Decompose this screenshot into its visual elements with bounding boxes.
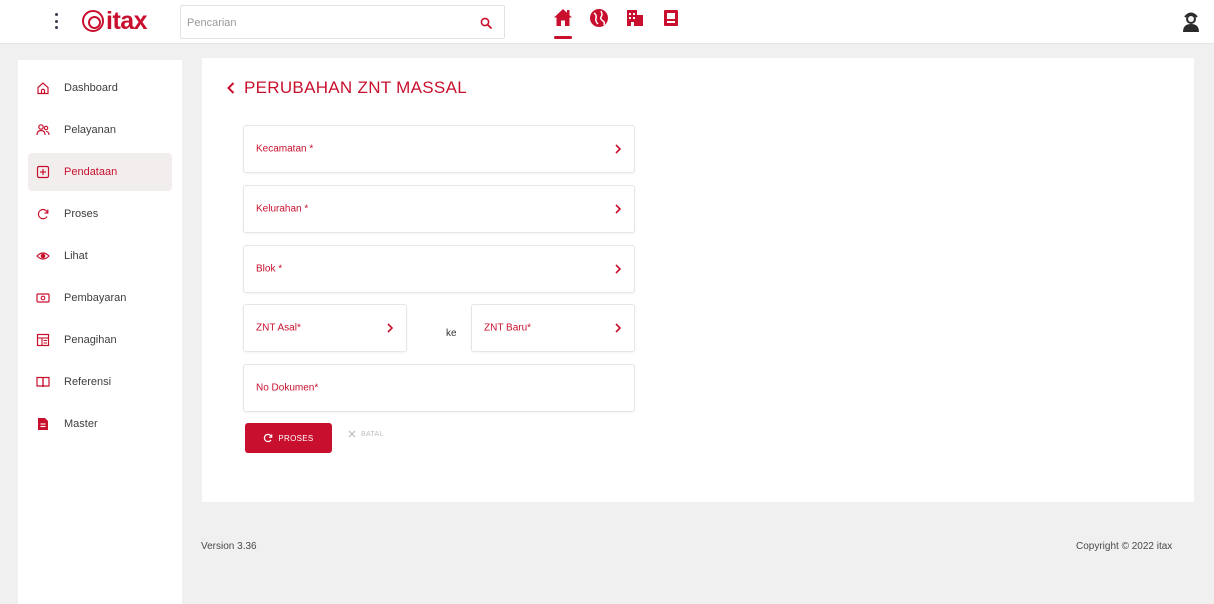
sidebar-item-label: Dashboard: [64, 82, 118, 94]
building-icon: [627, 10, 643, 26]
logo-mark-icon: [82, 10, 104, 32]
logo-text: itax: [106, 6, 148, 35]
proses-label: PROSES: [278, 433, 314, 443]
batal-button[interactable]: BATAL: [348, 430, 384, 438]
sidebar: Dashboard Pelayanan Pendataan Proses Lih…: [18, 60, 182, 604]
nav-globe-button[interactable]: [588, 8, 610, 34]
version-text: Version 3.36: [201, 541, 257, 552]
sidebar-item-label: Pelayanan: [64, 124, 116, 136]
close-icon: [348, 430, 356, 438]
home-icon: [554, 9, 572, 26]
home-outline-icon: [37, 82, 49, 95]
blok-select[interactable]: Blok *: [243, 245, 635, 293]
sidebar-item-dashboard[interactable]: Dashboard: [28, 69, 172, 107]
chevron-right-icon: [615, 204, 622, 214]
sidebar-item-master[interactable]: Master: [28, 405, 172, 443]
money-icon: [36, 293, 50, 303]
main-card: PERUBAHAN ZNT MASSAL Kecamatan * Kelurah…: [202, 58, 1194, 502]
top-bar: itax: [0, 0, 1214, 44]
book-icon: [36, 376, 50, 388]
znt-baru-label: ZNT Baru*: [484, 322, 532, 334]
search-input[interactable]: [187, 12, 457, 34]
sidebar-item-label: Pembayaran: [64, 292, 127, 304]
sidebar-item-label: Lihat: [64, 250, 88, 262]
nav-home-button[interactable]: [552, 8, 574, 39]
kelurahan-label: Kelurahan *: [256, 203, 309, 215]
ke-label: ke: [446, 328, 457, 339]
chevron-right-icon: [615, 264, 622, 274]
page-title: PERUBAHAN ZNT MASSAL: [244, 78, 467, 97]
proses-button[interactable]: PROSES: [245, 423, 332, 453]
no-dokumen-label: No Dokumen*: [256, 382, 319, 394]
znt-baru-select[interactable]: ZNT Baru*: [471, 304, 635, 352]
sidebar-item-pelayanan[interactable]: Pelayanan: [28, 111, 172, 149]
globe-icon: [590, 9, 608, 27]
nav-document-button[interactable]: [660, 8, 682, 34]
document-icon: [664, 10, 678, 26]
refresh-icon: [37, 208, 49, 220]
sidebar-item-label: Pendataan: [64, 166, 118, 178]
chevron-right-icon: [615, 323, 622, 333]
sidebar-item-label: Proses: [64, 208, 99, 220]
znt-asal-select[interactable]: ZNT Asal*: [243, 304, 407, 352]
search-icon[interactable]: [480, 17, 492, 29]
sidebar-item-pembayaran[interactable]: Pembayaran: [28, 279, 172, 317]
sidebar-item-label: Master: [64, 418, 98, 430]
back-button[interactable]: PERUBAHAN ZNT MASSAL: [226, 78, 467, 98]
sidebar-item-label: Penagihan: [64, 334, 117, 346]
eye-icon: [36, 252, 50, 260]
plus-square-icon: [36, 165, 50, 179]
sidebar-item-penagihan[interactable]: Penagihan: [28, 321, 172, 359]
copyright-text: Copyright © 2022 itax: [1076, 541, 1173, 552]
file-icon: [38, 418, 48, 430]
blok-label: Blok *: [256, 263, 283, 275]
search-box: [180, 5, 505, 39]
sidebar-item-lihat[interactable]: Lihat: [28, 237, 172, 275]
users-icon: [36, 124, 50, 136]
chevron-left-icon: [227, 82, 235, 94]
sidebar-item-label: Referensi: [64, 376, 112, 388]
invoice-icon: [36, 333, 50, 347]
no-dokumen-field[interactable]: No Dokumen*: [243, 364, 635, 412]
batal-label: BATAL: [361, 430, 384, 438]
chevron-right-icon: [615, 144, 622, 154]
app-logo[interactable]: itax: [82, 6, 148, 36]
user-avatar-icon[interactable]: [1180, 11, 1202, 33]
kecamatan-label: Kecamatan *: [256, 143, 314, 155]
refresh-icon: [264, 433, 273, 443]
kecamatan-select[interactable]: Kecamatan *: [243, 125, 635, 173]
menu-kebab-icon[interactable]: [50, 10, 62, 32]
kelurahan-select[interactable]: Kelurahan *: [243, 185, 635, 233]
sidebar-item-pendataan[interactable]: Pendataan: [28, 153, 172, 191]
sidebar-item-proses[interactable]: Proses: [28, 195, 172, 233]
top-nav: [552, 8, 682, 39]
chevron-right-icon: [387, 323, 394, 333]
nav-building-button[interactable]: [624, 8, 646, 34]
sidebar-item-referensi[interactable]: Referensi: [28, 363, 172, 401]
znt-asal-label: ZNT Asal*: [256, 322, 301, 334]
